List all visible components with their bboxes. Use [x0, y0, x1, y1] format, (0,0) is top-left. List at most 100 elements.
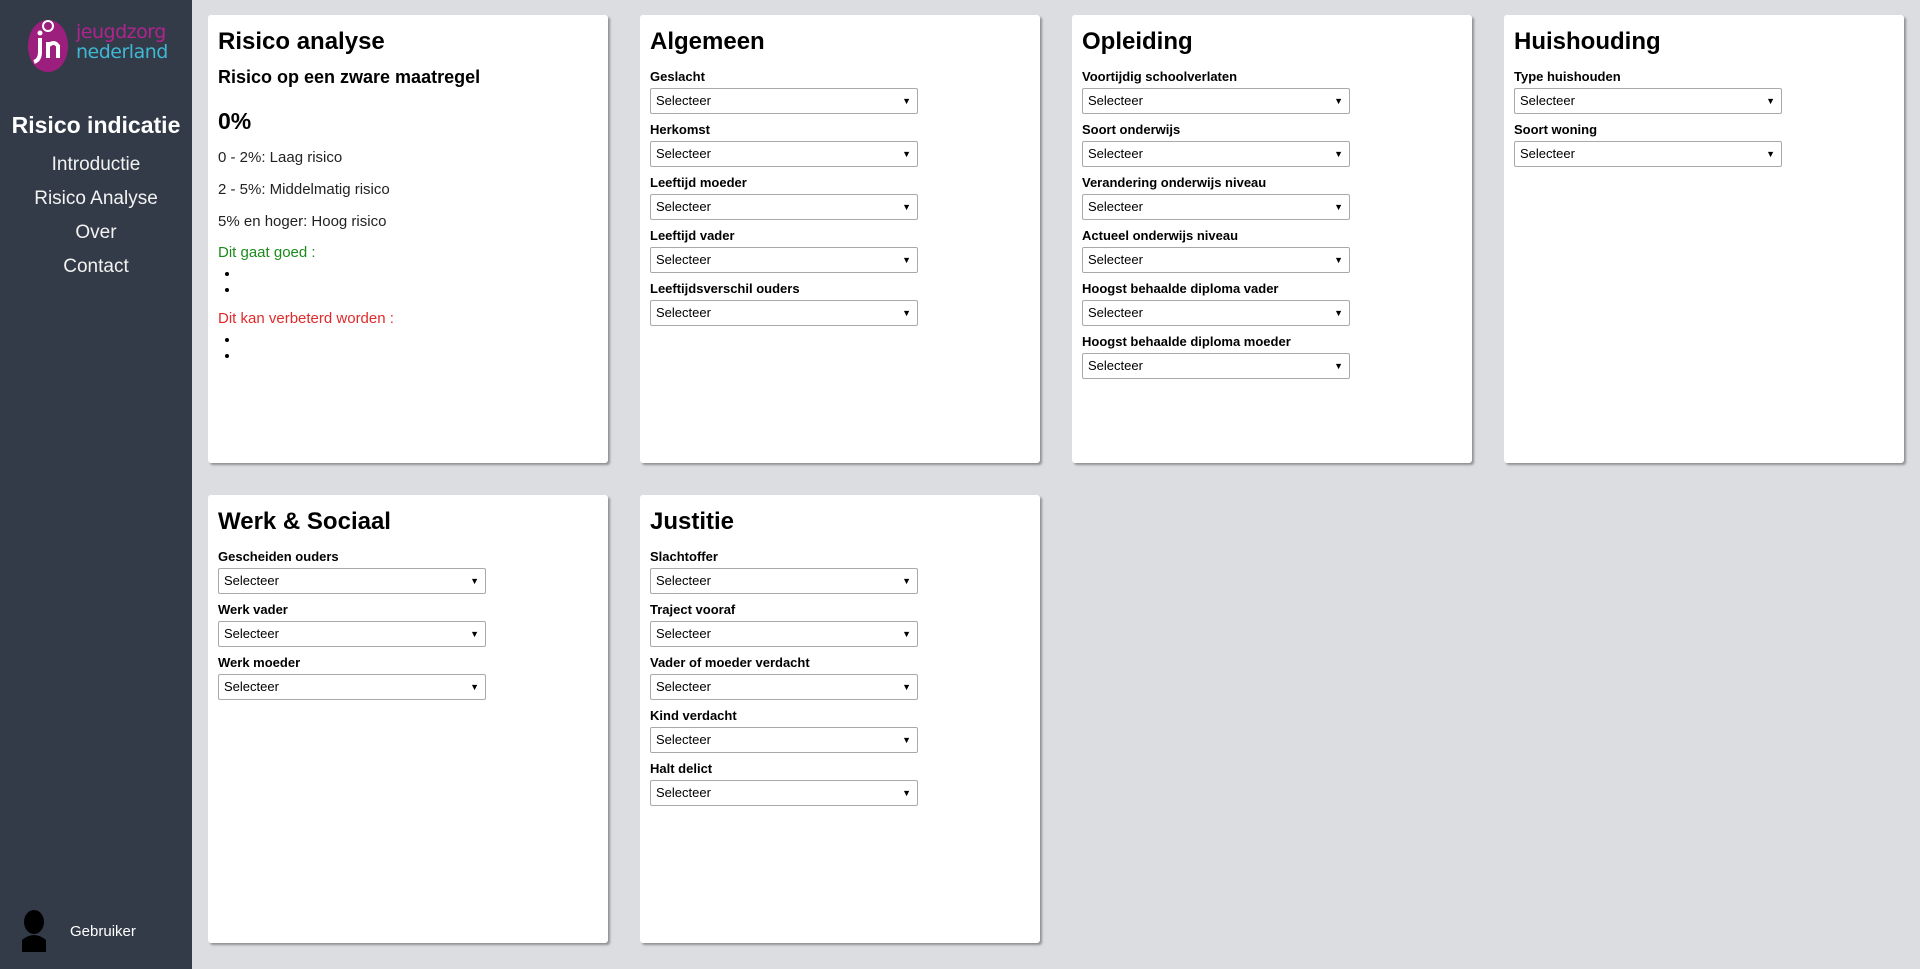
select-halt-delict[interactable]: Selecteer ▼ — [650, 780, 918, 806]
dropdown-arrow-icon: ▼ — [902, 202, 911, 212]
logo-line-2: nederland — [76, 41, 168, 63]
select-value: Selecteer — [656, 732, 711, 747]
field-label-traject-vooraf: Traject vooraf — [650, 602, 736, 617]
select-value: Selecteer — [1088, 146, 1143, 161]
field-label-diploma-vader: Hoogst behaalde diploma vader — [1082, 281, 1279, 296]
select-herkomst[interactable]: Selecteer ▼ — [650, 141, 918, 167]
select-geslacht[interactable]: Selecteer ▼ — [650, 88, 918, 114]
risk-percentage: 0% — [218, 108, 252, 134]
field-label-werk-vader: Werk vader — [218, 602, 288, 617]
field-label-herkomst: Herkomst — [650, 122, 710, 137]
select-value: Selecteer — [224, 573, 279, 588]
select-value: Selecteer — [656, 252, 711, 267]
dropdown-arrow-icon: ▼ — [902, 629, 911, 639]
select-type-huishouden[interactable]: Selecteer ▼ — [1514, 88, 1782, 114]
select-leeftijd-vader[interactable]: Selecteer ▼ — [650, 247, 918, 273]
select-value: Selecteer — [224, 679, 279, 694]
card-title: Justitie — [650, 508, 735, 535]
good-list — [240, 265, 598, 297]
logo-text: jeugdzorg nederland — [76, 22, 168, 62]
select-value: Selecteer — [656, 573, 711, 588]
select-werk-vader[interactable]: Selecteer ▼ — [218, 621, 486, 647]
select-value: Selecteer — [656, 626, 711, 641]
select-value: Selecteer — [1520, 146, 1575, 161]
select-diploma-moeder[interactable]: Selecteer ▼ — [1082, 353, 1350, 379]
select-value: Selecteer — [656, 146, 711, 161]
field-label-werk-moeder: Werk moeder — [218, 655, 301, 670]
improve-list-item — [240, 331, 598, 347]
nav-item-over[interactable]: Over — [0, 219, 192, 253]
dropdown-arrow-icon: ▼ — [902, 735, 911, 745]
dropdown-arrow-icon: ▼ — [902, 255, 911, 265]
nav-item-risico-analyse[interactable]: Risico Analyse — [0, 185, 192, 219]
sidebar-nav: Introductie Risico Analyse Over Contact — [0, 151, 192, 287]
select-leeftijd-moeder[interactable]: Selecteer ▼ — [650, 194, 918, 220]
field-label-geslacht: Geslacht — [650, 69, 705, 84]
select-traject-vooraf[interactable]: Selecteer ▼ — [650, 621, 918, 647]
improve-label: Dit kan verbeterd worden : — [218, 310, 394, 327]
select-gescheiden[interactable]: Selecteer ▼ — [218, 568, 486, 594]
dropdown-arrow-icon: ▼ — [902, 308, 911, 318]
risk-level-high: 5% en hoger: Hoog risico — [218, 213, 387, 230]
field-label-type-huishouden: Type huishouden — [1514, 69, 1621, 84]
dropdown-arrow-icon: ▼ — [902, 149, 911, 159]
select-value: Selecteer — [656, 93, 711, 108]
select-verandering[interactable]: Selecteer ▼ — [1082, 194, 1350, 220]
card-werk-sociaal: Werk & Sociaal Gescheiden ouders Selecte… — [208, 495, 608, 943]
select-ouder-verdacht[interactable]: Selecteer ▼ — [650, 674, 918, 700]
good-label: Dit gaat goed : — [218, 244, 316, 261]
select-diploma-vader[interactable]: Selecteer ▼ — [1082, 300, 1350, 326]
logo-icon — [28, 20, 68, 72]
select-soort-onderwijs[interactable]: Selecteer ▼ — [1082, 141, 1350, 167]
nav-item-introductie[interactable]: Introductie — [0, 151, 192, 185]
field-label-voortijdig: Voortijdig schoolverlaten — [1082, 69, 1238, 84]
select-value: Selecteer — [656, 305, 711, 320]
improve-list-item — [240, 347, 598, 363]
select-value: Selecteer — [1088, 305, 1143, 320]
card-justitie: Justitie Slachtoffer Selecteer ▼ Traject … — [640, 495, 1040, 943]
dropdown-arrow-icon: ▼ — [1334, 255, 1343, 265]
user-name: Gebruiker — [70, 922, 136, 940]
select-value: Selecteer — [1088, 93, 1143, 108]
logo-line-1: jeugdzorg — [76, 21, 166, 43]
card-title: Opleiding — [1082, 28, 1193, 55]
risk-level-low: 0 - 2%: Laag risico — [218, 149, 343, 166]
card-title: Werk & Sociaal — [218, 508, 391, 535]
select-leeftijdsverschil[interactable]: Selecteer ▼ — [650, 300, 918, 326]
field-label-soort-onderwijs: Soort onderwijs — [1082, 122, 1181, 137]
select-value: Selecteer — [1088, 358, 1143, 373]
logo[interactable]: jeugdzorg nederland — [26, 18, 176, 74]
field-label-leeftijdsverschil: Leeftijdsverschil ouders — [650, 281, 800, 296]
nav-item-contact[interactable]: Contact — [0, 253, 192, 287]
risk-level-medium: 2 - 5%: Middelmatig risico — [218, 181, 390, 198]
select-value: Selecteer — [1088, 252, 1143, 267]
improve-list — [240, 331, 598, 363]
dropdown-arrow-icon: ▼ — [902, 96, 911, 106]
user-menu[interactable]: Gebruiker — [20, 910, 136, 952]
select-kind-verdacht[interactable]: Selecteer ▼ — [650, 727, 918, 753]
dropdown-arrow-icon: ▼ — [1334, 202, 1343, 212]
select-value: Selecteer — [224, 626, 279, 641]
risk-subtitle: Risico op een zware maatregel — [218, 67, 481, 87]
dropdown-arrow-icon: ▼ — [1766, 149, 1775, 159]
select-soort-woning[interactable]: Selecteer ▼ — [1514, 141, 1782, 167]
dropdown-arrow-icon: ▼ — [1334, 96, 1343, 106]
dropdown-arrow-icon: ▼ — [470, 682, 479, 692]
select-slachtoffer[interactable]: Selecteer ▼ — [650, 568, 918, 594]
select-value: Selecteer — [656, 785, 711, 800]
select-werk-moeder[interactable]: Selecteer ▼ — [218, 674, 486, 700]
select-value: Selecteer — [1088, 199, 1143, 214]
card-title: Algemeen — [650, 28, 765, 55]
field-label-verandering: Verandering onderwijs niveau — [1082, 175, 1267, 190]
select-voortijdig[interactable]: Selecteer ▼ — [1082, 88, 1350, 114]
field-label-slachtoffer: Slachtoffer — [650, 549, 718, 564]
select-actueel[interactable]: Selecteer ▼ — [1082, 247, 1350, 273]
select-value: Selecteer — [656, 199, 711, 214]
field-label-halt-delict: Halt delict — [650, 761, 713, 776]
dropdown-arrow-icon: ▼ — [1766, 96, 1775, 106]
dropdown-arrow-icon: ▼ — [1334, 361, 1343, 371]
dropdown-arrow-icon: ▼ — [1334, 149, 1343, 159]
sidebar-title: Risico indicatie — [11, 112, 181, 138]
field-label-kind-verdacht: Kind verdacht — [650, 708, 737, 723]
field-label-ouder-verdacht: Vader of moeder verdacht — [650, 655, 810, 670]
